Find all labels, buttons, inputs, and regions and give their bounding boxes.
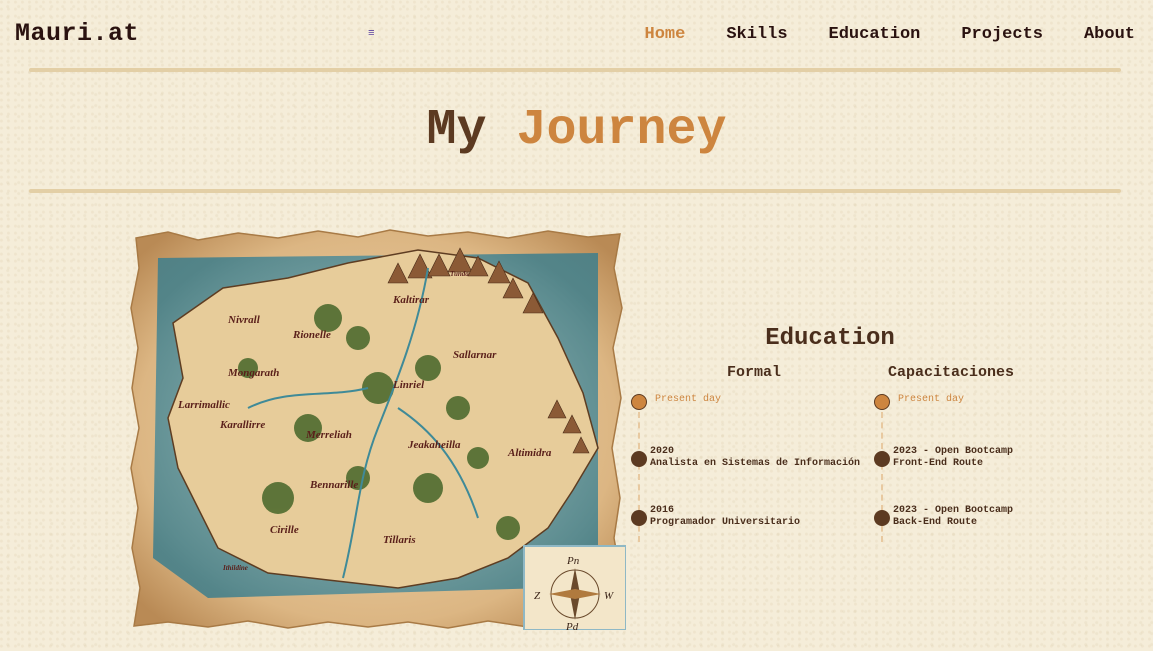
map-label: Sallarnar	[453, 349, 497, 361]
svg-text:W: W	[604, 590, 614, 602]
timeline-dot-present	[874, 394, 890, 410]
map-label: Ithildine	[222, 564, 248, 572]
timeline-dot	[631, 510, 647, 526]
timeline-present-label: Present day	[898, 394, 965, 405]
fantasy-map-image: Nivrall Kaltirar Tunda Rionelle Sallarna…	[130, 229, 626, 630]
compass-rose-icon: Pn W Z Pd	[523, 545, 626, 630]
top-navigation: Mauri.at ≡ Home Skills Education Project…	[0, 0, 1153, 68]
timeline-dot	[874, 510, 890, 526]
map-label: Karallirre	[219, 419, 265, 431]
timeline-entry-year: 2016	[650, 505, 675, 516]
map-label: Kaltirar	[392, 294, 430, 306]
map-label: Rionelle	[292, 329, 331, 341]
nav-link-skills[interactable]: Skills	[726, 25, 787, 44]
timeline-entry-title: Back-End Route	[893, 517, 978, 528]
timeline-entry-year: 2020	[650, 446, 675, 457]
nav-link-projects[interactable]: Projects	[961, 25, 1043, 44]
timeline-dot	[631, 451, 647, 467]
map-label: Altimidra	[507, 447, 552, 459]
page-title: My Journey	[0, 102, 1153, 159]
title-word-journey: Journey	[516, 102, 727, 159]
education-heading: Education	[765, 325, 895, 352]
map-label: Bennarille	[309, 479, 358, 491]
capacitaciones-timeline: Present day 2023 - Open Bootcamp Front-E…	[873, 394, 1133, 564]
capacitaciones-heading: Capacitaciones	[887, 364, 1015, 381]
formal-education-column: Formal Present day 2020 Analista en Sist…	[630, 364, 880, 542]
formal-heading: Formal	[726, 364, 781, 381]
timeline-entry-year: 2023 - Open Bootcamp	[893, 505, 1014, 516]
menu-toggle-icon[interactable]: ≡	[368, 29, 375, 40]
svg-text:Z: Z	[534, 590, 541, 602]
map-label: Jeakaheilla	[407, 439, 461, 451]
svg-text:Pn: Pn	[566, 555, 580, 567]
title-divider	[29, 189, 1121, 193]
formal-timeline: Present day 2020 Analista en Sistemas de…	[630, 394, 890, 564]
map-label: Larrimallic	[177, 399, 230, 411]
map-label: Linriel	[392, 379, 425, 391]
nav-link-education[interactable]: Education	[829, 25, 921, 44]
timeline-present-label: Present day	[655, 394, 722, 405]
map-label: Cirille	[270, 524, 299, 536]
map-label: Tunda	[450, 270, 469, 278]
svg-text:Pd: Pd	[565, 621, 579, 630]
nav-links: Home Skills Education Projects About	[645, 25, 1136, 44]
nav-link-home[interactable]: Home	[645, 25, 686, 44]
timeline-dot-present	[631, 394, 647, 410]
capacitaciones-column: Capacitaciones Present day 2023 - Open B…	[873, 364, 1073, 542]
timeline-dot	[874, 451, 890, 467]
nav-link-about[interactable]: About	[1084, 25, 1135, 44]
timeline-entry-year: 2023 - Open Bootcamp	[893, 446, 1014, 457]
map-label: Nivrall	[227, 314, 261, 326]
timeline-entry-title: Programador Universitario	[650, 517, 801, 528]
brand-logo[interactable]: Mauri.at	[15, 19, 139, 48]
title-word-my: My	[426, 102, 487, 159]
map-label: Tillaris	[383, 534, 416, 546]
timeline-entry-title: Analista en Sistemas de Información	[650, 458, 861, 469]
map-label: Mongarath	[227, 367, 279, 379]
timeline-entry-title: Front-End Route	[893, 458, 984, 469]
map-label: Merreliah	[305, 429, 352, 441]
top-divider	[29, 68, 1121, 72]
